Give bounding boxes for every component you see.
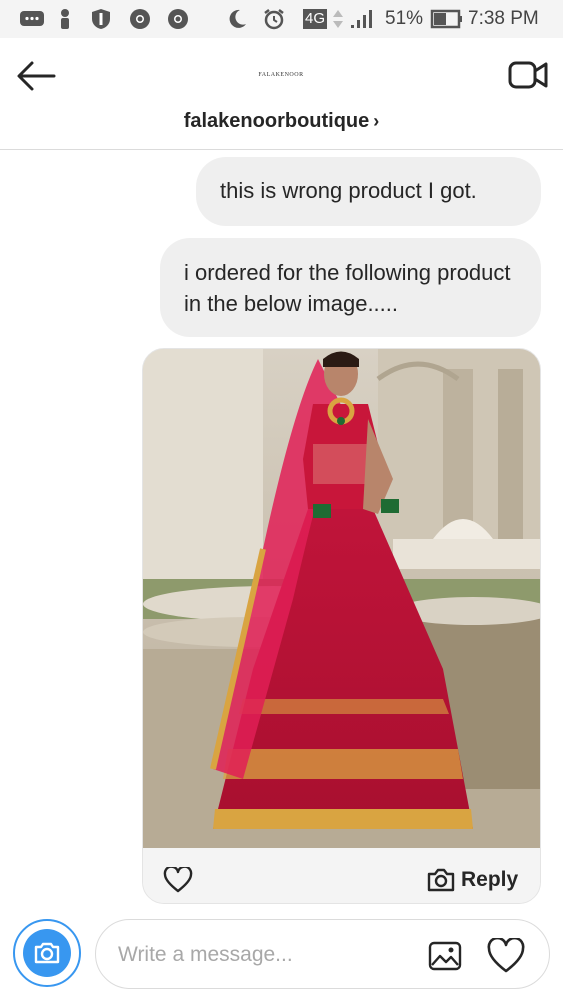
like-heart-icon[interactable] bbox=[163, 867, 193, 893]
shield-icon bbox=[92, 9, 110, 29]
chat-header: FALAKENOOR falakenoorboutique › bbox=[0, 38, 563, 150]
video-call-icon[interactable] bbox=[506, 58, 550, 92]
data-arrows-icon bbox=[333, 10, 343, 28]
message-field[interactable] bbox=[95, 919, 550, 989]
battery-percent: 51% bbox=[385, 8, 424, 29]
moon-icon bbox=[229, 9, 246, 28]
message-composer bbox=[0, 905, 563, 1000]
reply-button[interactable]: Reply bbox=[425, 865, 518, 895]
heart-icon[interactable] bbox=[486, 938, 526, 974]
chrome-icon bbox=[168, 9, 188, 29]
battery-icon bbox=[430, 9, 462, 29]
camera-button[interactable] bbox=[13, 919, 81, 987]
message-text: this is wrong product I got. bbox=[220, 178, 477, 203]
alarm-icon bbox=[264, 9, 284, 30]
message-bubble[interactable]: i ordered for the following product in t… bbox=[160, 238, 541, 337]
message-input[interactable] bbox=[118, 940, 408, 970]
photo-message[interactable]: Reply bbox=[142, 348, 541, 904]
clock: 7:38 PM bbox=[468, 8, 539, 29]
chevron-right-icon: › bbox=[373, 111, 380, 131]
camera-outline-icon bbox=[427, 868, 455, 892]
signal-icon bbox=[351, 10, 372, 28]
lehenga-photo[interactable] bbox=[143, 349, 541, 848]
camera-button-fill bbox=[23, 929, 71, 977]
photo-message-footer: Reply bbox=[143, 848, 540, 903]
status-bar: 4G 51% 7:38 PM bbox=[0, 0, 563, 38]
camera-icon bbox=[34, 942, 60, 964]
chat-notification-icon bbox=[20, 11, 44, 26]
chrome-icon bbox=[130, 9, 150, 29]
message-text: i ordered for the following product in t… bbox=[184, 260, 511, 316]
back-arrow-icon[interactable] bbox=[14, 56, 60, 96]
reply-label: Reply bbox=[461, 868, 519, 891]
username-text: falakenoorboutique bbox=[183, 110, 370, 132]
chat-username[interactable]: falakenoorboutique › bbox=[150, 110, 413, 133]
network-type: 4G bbox=[303, 9, 328, 29]
boutique-logo: FALAKENOOR bbox=[258, 72, 304, 78]
person-notification-icon bbox=[61, 9, 69, 29]
gallery-icon[interactable] bbox=[427, 940, 463, 972]
message-bubble[interactable]: this is wrong product I got. bbox=[196, 157, 541, 226]
